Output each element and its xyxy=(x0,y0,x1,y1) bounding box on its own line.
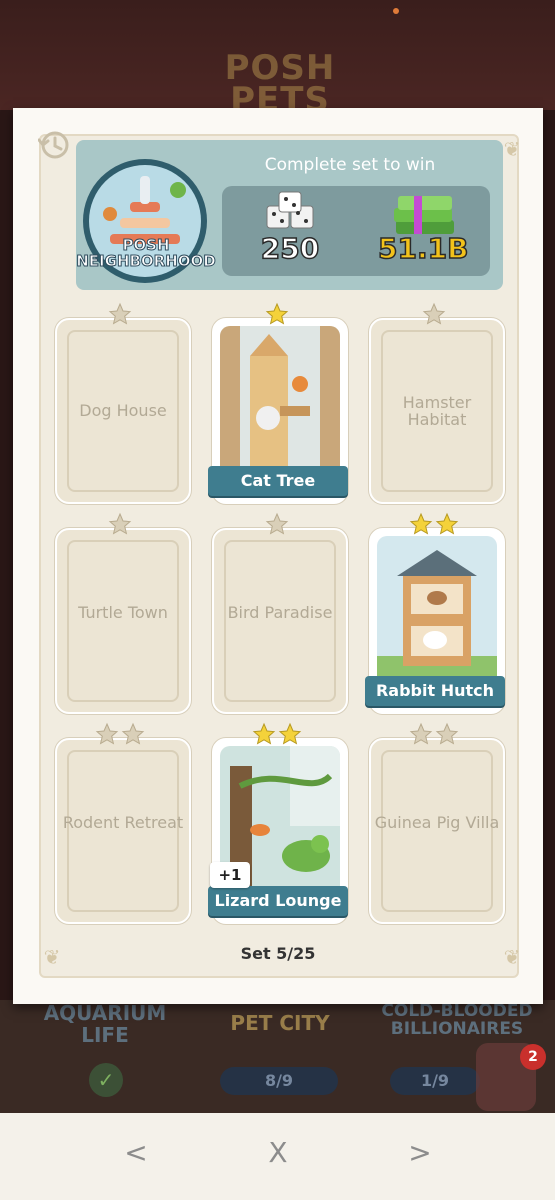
reward-dice-count: 250 xyxy=(260,231,320,266)
card-name: Hamster Habitat xyxy=(402,393,472,429)
bg-set-cold-blooded[interactable]: COLD-BLOODED BILLIONAIRES xyxy=(362,1002,552,1038)
card-name: Rodent Retreat xyxy=(62,813,184,832)
card-name: Turtle Town xyxy=(78,603,168,622)
bg-set-pet-city[interactable]: PET CITY xyxy=(200,1012,360,1034)
previous-set-button[interactable]: < xyxy=(116,1133,156,1173)
cat-tree-icon xyxy=(220,326,340,476)
set-badge-line-1: POSH xyxy=(122,236,170,254)
reward-cash-amount: 51.1B xyxy=(377,231,469,266)
star-empty-icon xyxy=(108,512,132,535)
card-name: Bird Paradise xyxy=(227,603,333,622)
card-dog-house[interactable]: Dog House xyxy=(55,318,191,504)
card-rabbit-hutch[interactable]: Rabbit Hutch xyxy=(365,528,505,714)
card-name-ribbon: Cat Tree xyxy=(208,466,348,496)
card-turtle-town[interactable]: Turtle Town xyxy=(55,528,191,714)
card-guinea-pig-villa[interactable]: Guinea Pig Villa xyxy=(369,738,505,924)
set-counter: Set 5/25 xyxy=(240,944,316,963)
bg-progress-cold-blooded: 1/9 xyxy=(390,1067,480,1095)
bg-progress-pet-city: 8/9 xyxy=(220,1067,338,1095)
history-icon[interactable] xyxy=(38,128,72,162)
star-filled-icon xyxy=(409,512,433,535)
card-bird-paradise[interactable]: Bird Paradise xyxy=(212,528,348,714)
rabbit-hutch-icon xyxy=(377,536,497,686)
next-set-button[interactable]: > xyxy=(400,1133,440,1173)
star-empty-icon xyxy=(422,302,446,325)
background-logo: POSH PETS xyxy=(205,51,355,117)
star-empty-icon xyxy=(95,722,119,745)
card-rodent-retreat[interactable]: Rodent Retreat xyxy=(55,738,191,924)
corner-ornament-icon: ❦ xyxy=(503,137,521,161)
check-icon: ✓ xyxy=(89,1063,123,1097)
duplicate-count-badge: +1 xyxy=(210,862,250,888)
card-name-ribbon: Lizard Lounge xyxy=(208,886,348,916)
dice-icon xyxy=(266,191,314,229)
card-name: Dog House xyxy=(79,401,167,420)
bg-set-aquarium[interactable]: AQUARIUM LIFE xyxy=(20,1002,190,1046)
status-dot xyxy=(393,8,399,14)
star-empty-icon xyxy=(108,302,132,325)
star-empty-icon xyxy=(435,722,459,745)
card-name: Guinea Pig Villa xyxy=(374,813,500,832)
card-hamster-habitat[interactable]: Hamster Habitat xyxy=(369,318,505,504)
star-empty-icon xyxy=(265,512,289,535)
star-filled-icon xyxy=(278,722,302,745)
card-cat-tree[interactable]: Cat Tree xyxy=(208,318,348,504)
star-filled-icon xyxy=(252,722,276,745)
star-filled-icon xyxy=(435,512,459,535)
notification-badge: 2 xyxy=(520,1044,546,1070)
reward-title: Complete set to win xyxy=(264,155,436,175)
star-empty-icon xyxy=(121,722,145,745)
set-badge-line-2: NEIGHBORHOOD xyxy=(76,252,217,270)
card-name-ribbon: Rabbit Hutch xyxy=(365,676,505,706)
star-filled-icon xyxy=(265,302,289,325)
star-empty-icon xyxy=(409,722,433,745)
set-badge-label: POSH NEIGHBORHOOD xyxy=(72,236,220,270)
close-button[interactable]: X xyxy=(258,1133,298,1173)
card-lizard-lounge[interactable]: Lizard Lounge xyxy=(208,738,348,924)
